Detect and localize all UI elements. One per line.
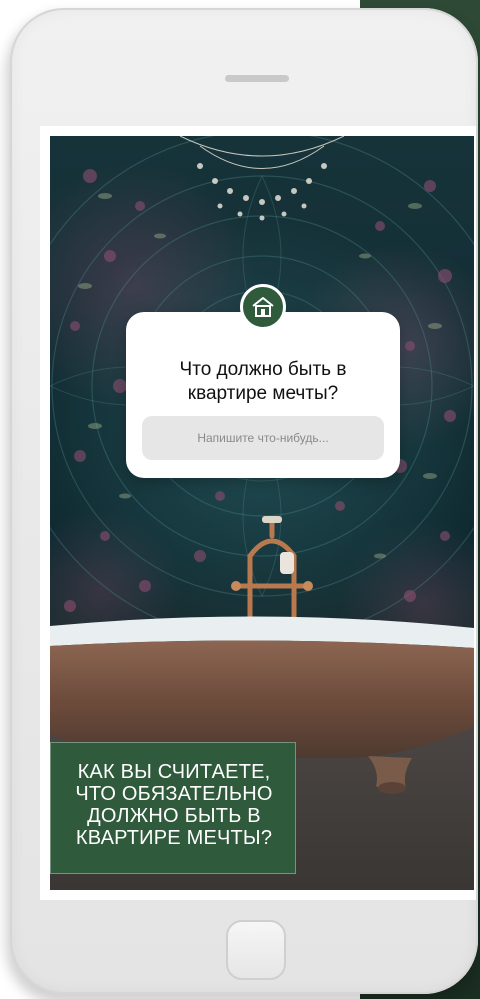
phone-speaker [225,75,289,82]
banner-text: КАК ВЫ СЧИТАЕТЕ, ЧТО ОБЯЗАТЕЛЬНО ДОЛЖНО … [75,761,273,849]
instagram-story: Что должно быть в квартире мечты? Напиши… [50,136,474,890]
page: Что должно быть в квартире мечты? Напиши… [0,0,480,999]
phone-mockup: Что должно быть в квартире мечты? Напиши… [10,8,478,994]
chandelier-image [179,136,345,221]
phone-screen: Что должно быть в квартире мечты? Напиши… [40,126,476,900]
question-title: Что должно быть в квартире мечты? [179,359,347,404]
question-banner: КАК ВЫ СЧИТАЕТЕ, ЧТО ОБЯЗАТЕЛЬНО ДОЛЖНО … [50,742,296,874]
profile-avatar [240,284,286,330]
question-sticker: Что должно быть в квартире мечты? Напиши… [126,312,400,478]
home-button[interactable] [226,920,286,980]
answer-input[interactable]: Напишите что-нибудь... [142,416,384,460]
home-logo-icon [252,297,274,317]
